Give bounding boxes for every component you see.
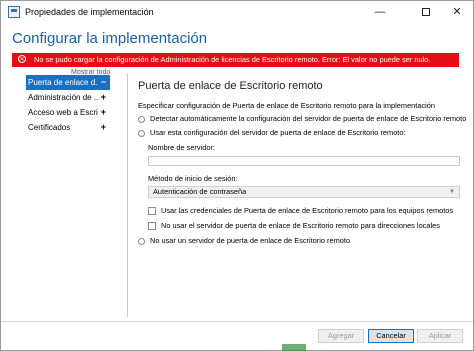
sidebar-item-web-access[interactable]: Acceso web a Escri... + xyxy=(26,105,110,120)
maximize-button[interactable] xyxy=(412,1,440,23)
radio-button[interactable] xyxy=(138,237,145,245)
radio-use-settings[interactable]: Usar esta configuración del servidor de … xyxy=(138,128,406,137)
minimize-button[interactable]: — xyxy=(366,1,394,23)
sidebar-item-label: Acceso web a Escri... xyxy=(28,108,98,117)
footer-divider xyxy=(1,321,473,322)
server-name-input[interactable] xyxy=(148,156,460,166)
checkbox-bypass-local[interactable]: No usar el servidor de puerta de enlace … xyxy=(148,221,440,231)
sidebar-item-label: Puerta de enlace d... xyxy=(28,78,98,87)
checkbox[interactable] xyxy=(148,207,156,216)
expand-icon: + xyxy=(100,122,106,132)
sidebar-item-label: Administración de ... xyxy=(28,93,98,102)
sidebar-item-gateway[interactable]: Puerta de enlace d... − xyxy=(26,75,110,90)
checkbox-label: No usar el servidor de puerta de enlace … xyxy=(161,221,440,230)
error-icon: ✕ xyxy=(18,55,26,63)
radio-button[interactable] xyxy=(138,129,145,137)
login-method-select[interactable]: Autenticación de contraseña ▼ xyxy=(148,186,460,198)
login-method-value: Autenticación de contraseña xyxy=(153,187,247,196)
sidebar-nav: Puerta de enlace d... − Administración d… xyxy=(26,75,110,135)
radio-label: Detectar automáticamente la configuració… xyxy=(150,114,467,123)
radio-label: No usar un servidor de puerta de enlace … xyxy=(150,236,351,245)
properties-window: Propiedades de implementación — ✕ Config… xyxy=(0,0,474,351)
checkbox-use-credentials[interactable]: Usar las credenciales de Puerta de enlac… xyxy=(148,206,454,216)
login-method-label: Método de inicio de sesión: xyxy=(148,174,238,183)
page-title: Configurar la implementación xyxy=(12,30,208,47)
apply-button[interactable]: Aplicar xyxy=(417,329,463,343)
cancel-button[interactable]: Cancelar xyxy=(368,329,414,343)
collapse-icon: − xyxy=(100,77,106,87)
sidebar-item-label: Certificados xyxy=(28,123,71,132)
sidebar-item-licensing[interactable]: Administración de ... + xyxy=(26,90,110,105)
chevron-down-icon: ▼ xyxy=(449,189,455,195)
radio-label: Usar esta configuración del servidor de … xyxy=(150,128,406,137)
section-description: Especificar configuración de Puerta de e… xyxy=(138,101,436,110)
checkbox-label: Usar las credenciales de Puerta de enlac… xyxy=(161,206,454,215)
radio-button[interactable] xyxy=(138,115,145,123)
sidebar-divider xyxy=(127,73,128,317)
section-title: Puerta de enlace de Escritorio remoto xyxy=(138,80,323,92)
checkbox[interactable] xyxy=(148,222,156,231)
server-name-label: Nombre de servidor: xyxy=(148,143,215,152)
background-window-fragment xyxy=(282,344,306,351)
radio-auto-detect[interactable]: Detectar automáticamente la configuració… xyxy=(138,114,466,123)
sidebar-item-certificates[interactable]: Certificados + xyxy=(26,120,110,135)
close-button[interactable]: ✕ xyxy=(443,1,471,23)
title-bar: Propiedades de implementación — ✕ xyxy=(1,1,473,25)
expand-icon: + xyxy=(100,107,106,117)
window-title: Propiedades de implementación xyxy=(25,7,154,17)
maximize-icon xyxy=(422,8,430,17)
app-icon xyxy=(8,6,20,18)
error-message: No se pudo cargar la configuración de Ad… xyxy=(34,55,431,64)
expand-icon: + xyxy=(100,92,106,102)
radio-no-gateway[interactable]: No usar un servidor de puerta de enlace … xyxy=(138,236,350,245)
add-button[interactable]: Agregar xyxy=(318,329,364,343)
error-banner: ✕ No se pudo cargar la configuración de … xyxy=(12,53,459,67)
